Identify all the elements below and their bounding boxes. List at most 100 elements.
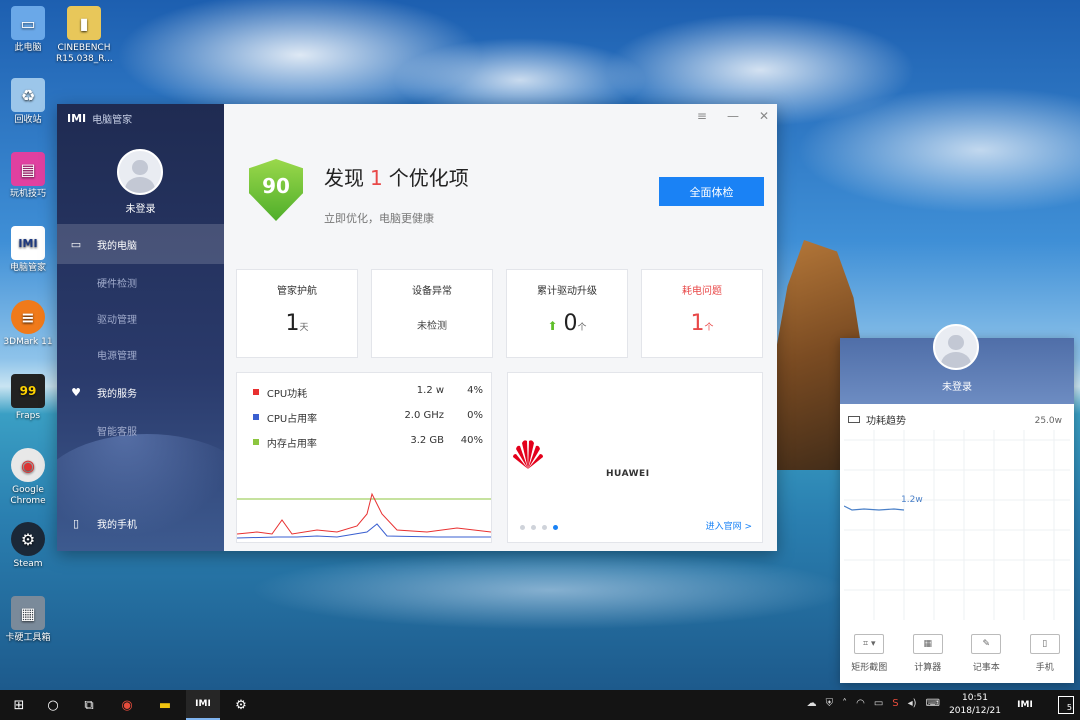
sidebar-item-my-phone[interactable]: ▯ 我的手机 — [57, 503, 224, 543]
quick-tools: ⌗ ▾ 矩形截图 ▦ 计算器 ✎ 记事本 ▯ 手机 — [840, 634, 1074, 673]
heart-icon: ♥ — [71, 385, 81, 399]
card-value: 1个 — [690, 311, 714, 336]
volume-icon[interactable]: ◂) — [908, 698, 917, 709]
notepad-icon: ✎ — [971, 634, 1002, 654]
desktop-icon-label: 卡硬工具箱 — [5, 633, 51, 643]
power-current-label: 1.2w — [901, 495, 923, 505]
toolbox-icon: ▦ — [11, 596, 45, 630]
chevron-up-icon[interactable]: ˄ — [842, 698, 847, 709]
widget-login-status[interactable]: 未登录 — [840, 378, 1074, 393]
avatar[interactable] — [117, 149, 163, 195]
3dmark-icon: ≡ — [11, 300, 45, 334]
chrome-taskbar-icon[interactable]: ◉ — [110, 690, 144, 720]
cloud-icon[interactable]: ☁ — [807, 698, 817, 709]
full-scan-button[interactable]: 全面体检 — [659, 177, 764, 206]
tool-notepad[interactable]: ✎ 记事本 — [961, 634, 1011, 673]
legend-dot — [253, 389, 259, 395]
ad-brand: HUAWEI — [606, 469, 650, 479]
phone-icon: ▯ — [1029, 634, 1060, 654]
sogou-icon[interactable]: S — [892, 698, 898, 709]
desktop-icon-this-pc[interactable]: ▭ 此电脑 — [0, 6, 56, 54]
desktop-icon-fraps[interactable]: 99 Fraps — [0, 374, 56, 422]
widget-avatar[interactable] — [933, 324, 979, 370]
desktop-icon-tips[interactable]: ▤ 玩机技巧 — [0, 152, 56, 200]
sidebar-item-my-service[interactable]: ♥ 我的服务 — [57, 372, 224, 412]
tips-app-icon: ▤ — [11, 152, 45, 186]
search-icon[interactable]: ○ — [36, 690, 70, 720]
menu-icon[interactable]: ≡ — [697, 109, 707, 123]
stat-card-power[interactable]: 耗电问题 1个 — [641, 269, 763, 358]
settings-icon[interactable]: ⚙ — [224, 690, 258, 720]
stat-card-driver[interactable]: 累计驱动升级 ⬆ 0个 — [506, 269, 628, 358]
desktop-icon-chrome[interactable]: ◉ Google Chrome — [0, 448, 56, 507]
desktop-icon-label: 玩机技巧 — [9, 189, 46, 199]
app-logo-icon: IMI — [67, 112, 87, 125]
ad-banner[interactable]: HUAWEI 进入官网 > — [507, 372, 763, 543]
carousel-dots[interactable] — [520, 525, 558, 530]
metric-cpu-power: CPU功耗 1.2 w 4% — [253, 385, 483, 400]
close-icon[interactable]: ✕ — [759, 109, 769, 123]
desktop-icon-label: Steam — [13, 559, 43, 569]
sidebar-item-driver[interactable]: 驱动管理 — [57, 298, 224, 338]
legend-dot — [253, 414, 259, 420]
headline-suffix: 个优化项 — [388, 166, 469, 190]
calculator-icon: ▦ — [912, 634, 943, 654]
pc-manager-window: IMI 电脑管家 未登录 ▭ 我的电脑 硬件检测 驱动管理 电源管理 ♥ 我的服… — [57, 104, 777, 551]
keyboard-icon[interactable]: ⌨ — [926, 698, 940, 709]
shield-tray-icon[interactable]: ⛨ — [826, 698, 834, 709]
desktop-icon-label: 此电脑 — [14, 43, 42, 53]
desktop-icon-label: 电脑管家 — [9, 263, 46, 273]
minimize-icon[interactable]: — — [727, 109, 739, 123]
task-view-icon[interactable]: ⧉ — [72, 690, 106, 720]
stat-card-device[interactable]: 设备异常 未检测 — [371, 269, 493, 358]
wallpaper-reflection — [250, 550, 850, 630]
notification-center-icon[interactable]: 5 — [1058, 696, 1074, 714]
sidebar-item-power[interactable]: 电源管理 — [57, 334, 224, 374]
desktop-icon-steam[interactable]: ⚙ Steam — [0, 522, 56, 570]
performance-chart — [237, 492, 491, 539]
desktop-icon-pc-manager[interactable]: IMI 电脑管家 — [0, 226, 56, 274]
health-score-shield-icon: 90 — [249, 159, 303, 221]
tool-screenshot[interactable]: ⌗ ▾ 矩形截图 — [844, 634, 894, 673]
desktop-icon-label: 3DMark 11 — [3, 337, 53, 347]
sidebar-item-label: 我的服务 — [97, 388, 137, 400]
desktop-icon-3dmark[interactable]: ≡ 3DMark 11 — [0, 300, 56, 348]
pc-manager-tray-icon[interactable]: IMI — [1008, 690, 1042, 720]
power-trend-title: 功耗趋势 — [848, 412, 906, 427]
wifi-icon[interactable]: ◠ — [856, 698, 865, 709]
login-status[interactable]: 未登录 — [57, 200, 224, 215]
card-value: ⬆ 0个 — [547, 311, 587, 336]
sidebar-item-my-pc[interactable]: ▭ 我的电脑 — [57, 224, 224, 264]
file-explorer-icon[interactable]: ▬ — [148, 690, 182, 720]
battery-tray-icon[interactable]: ▭ — [874, 698, 883, 709]
page-subtitle: 立即优化，电脑更健康 — [324, 212, 434, 225]
legend-dot — [253, 439, 259, 445]
visit-website-link[interactable]: 进入官网 > — [706, 519, 752, 532]
pc-manager-taskbar-icon[interactable]: IMI — [186, 690, 220, 720]
start-button-icon[interactable]: ⊞ — [2, 690, 36, 720]
clock-date: 2018/12/21 — [949, 706, 1001, 716]
card-title: 设备异常 — [412, 286, 452, 297]
page-title: 发现 1 个优化项 — [324, 162, 469, 191]
card-value: 未检测 — [417, 321, 447, 332]
desktop-icon-toolbox[interactable]: ▦ 卡硬工具箱 — [0, 596, 56, 644]
headline-count: 1 — [370, 166, 383, 190]
app-brand: IMI 电脑管家 — [67, 111, 132, 126]
tool-phone[interactable]: ▯ 手机 — [1020, 634, 1070, 673]
desktop-icon-cinebench[interactable]: ▮ CINEBENCH R15.038_R... — [56, 6, 113, 65]
crop-icon: ⌗ ▾ — [854, 634, 885, 654]
sidebar-item-support[interactable]: 智能客服 — [57, 410, 224, 450]
stat-card-protection[interactable]: 管家护航 1天 — [236, 269, 358, 358]
metric-memory-usage: 内存占用率 3.2 GB 40% — [253, 435, 483, 450]
desktop-icon-label: 回收站 — [14, 115, 42, 125]
fraps-icon: 99 — [11, 374, 45, 408]
metric-cpu-usage: CPU占用率 2.0 GHz 0% — [253, 410, 483, 425]
clock-time: 10:51 — [962, 693, 988, 703]
sidebar-item-hardware[interactable]: 硬件检测 — [57, 262, 224, 302]
phone-icon: ▯ — [72, 516, 80, 530]
desktop-icon-recycle-bin[interactable]: ♻ 回收站 — [0, 78, 56, 126]
clock[interactable]: 10:51 2018/12/21 — [946, 692, 1004, 718]
tool-calculator[interactable]: ▦ 计算器 — [903, 634, 953, 673]
card-title: 累计驱动升级 — [537, 286, 597, 297]
pc-manager-icon: IMI — [11, 226, 45, 260]
